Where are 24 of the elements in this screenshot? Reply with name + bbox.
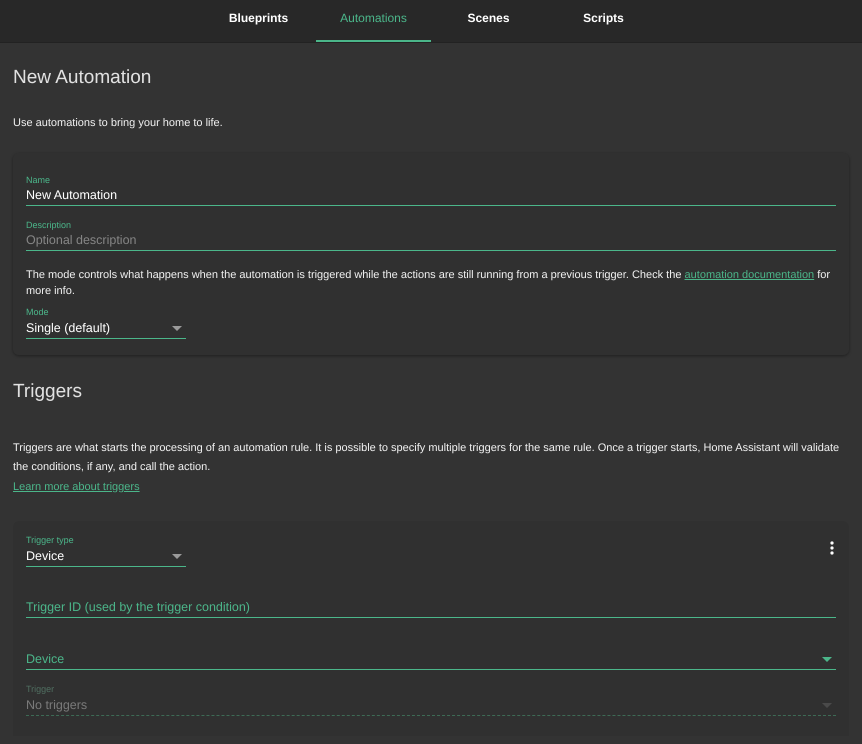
name-field[interactable]: New Automation	[26, 188, 836, 206]
description-field[interactable]: Optional description	[26, 233, 836, 251]
field-label: Name	[26, 175, 52, 185]
more-options-icon[interactable]	[830, 541, 834, 555]
documentation-link[interactable]: automation documentation	[684, 269, 814, 281]
page-description: Use automations to bring your home to life.	[13, 117, 224, 129]
tab[interactable]: Scripts	[546, 0, 661, 42]
learn-more-link[interactable]: Learn more about triggers	[13, 481, 140, 493]
field-label: Description	[26, 220, 72, 230]
mode-select[interactable]: Mode Single (default)	[26, 307, 186, 339]
trigger-type-select[interactable]: Trigger type Device	[26, 535, 186, 567]
device-select[interactable]: Device	[26, 648, 836, 670]
caret-icon	[822, 656, 832, 662]
caret-icon	[172, 554, 182, 558]
section-title: Triggers	[13, 381, 83, 404]
caret-icon	[172, 326, 182, 330]
mode-help-text: The mode controls what happens when the automation is triggered while the actions are still running from a previous trigger. Check the automation documentation for more info.	[26, 268, 832, 299]
tab[interactable]: Blueprints	[201, 0, 316, 42]
section-description: Triggers are what starts the processing of an automation rule. It is possible to specify multiple triggers for the same rule. Once a trigger starts, Home Assistant will validate the conditions, if any, and call the action.	[13, 441, 840, 475]
tab[interactable]: Scenes	[431, 0, 546, 42]
trigger-id-field[interactable]: Trigger ID (used by the trigger condition)	[26, 600, 836, 618]
page-title: New Automation	[13, 67, 152, 90]
caret-icon	[822, 702, 832, 708]
tab[interactable]: Automations	[316, 0, 431, 42]
